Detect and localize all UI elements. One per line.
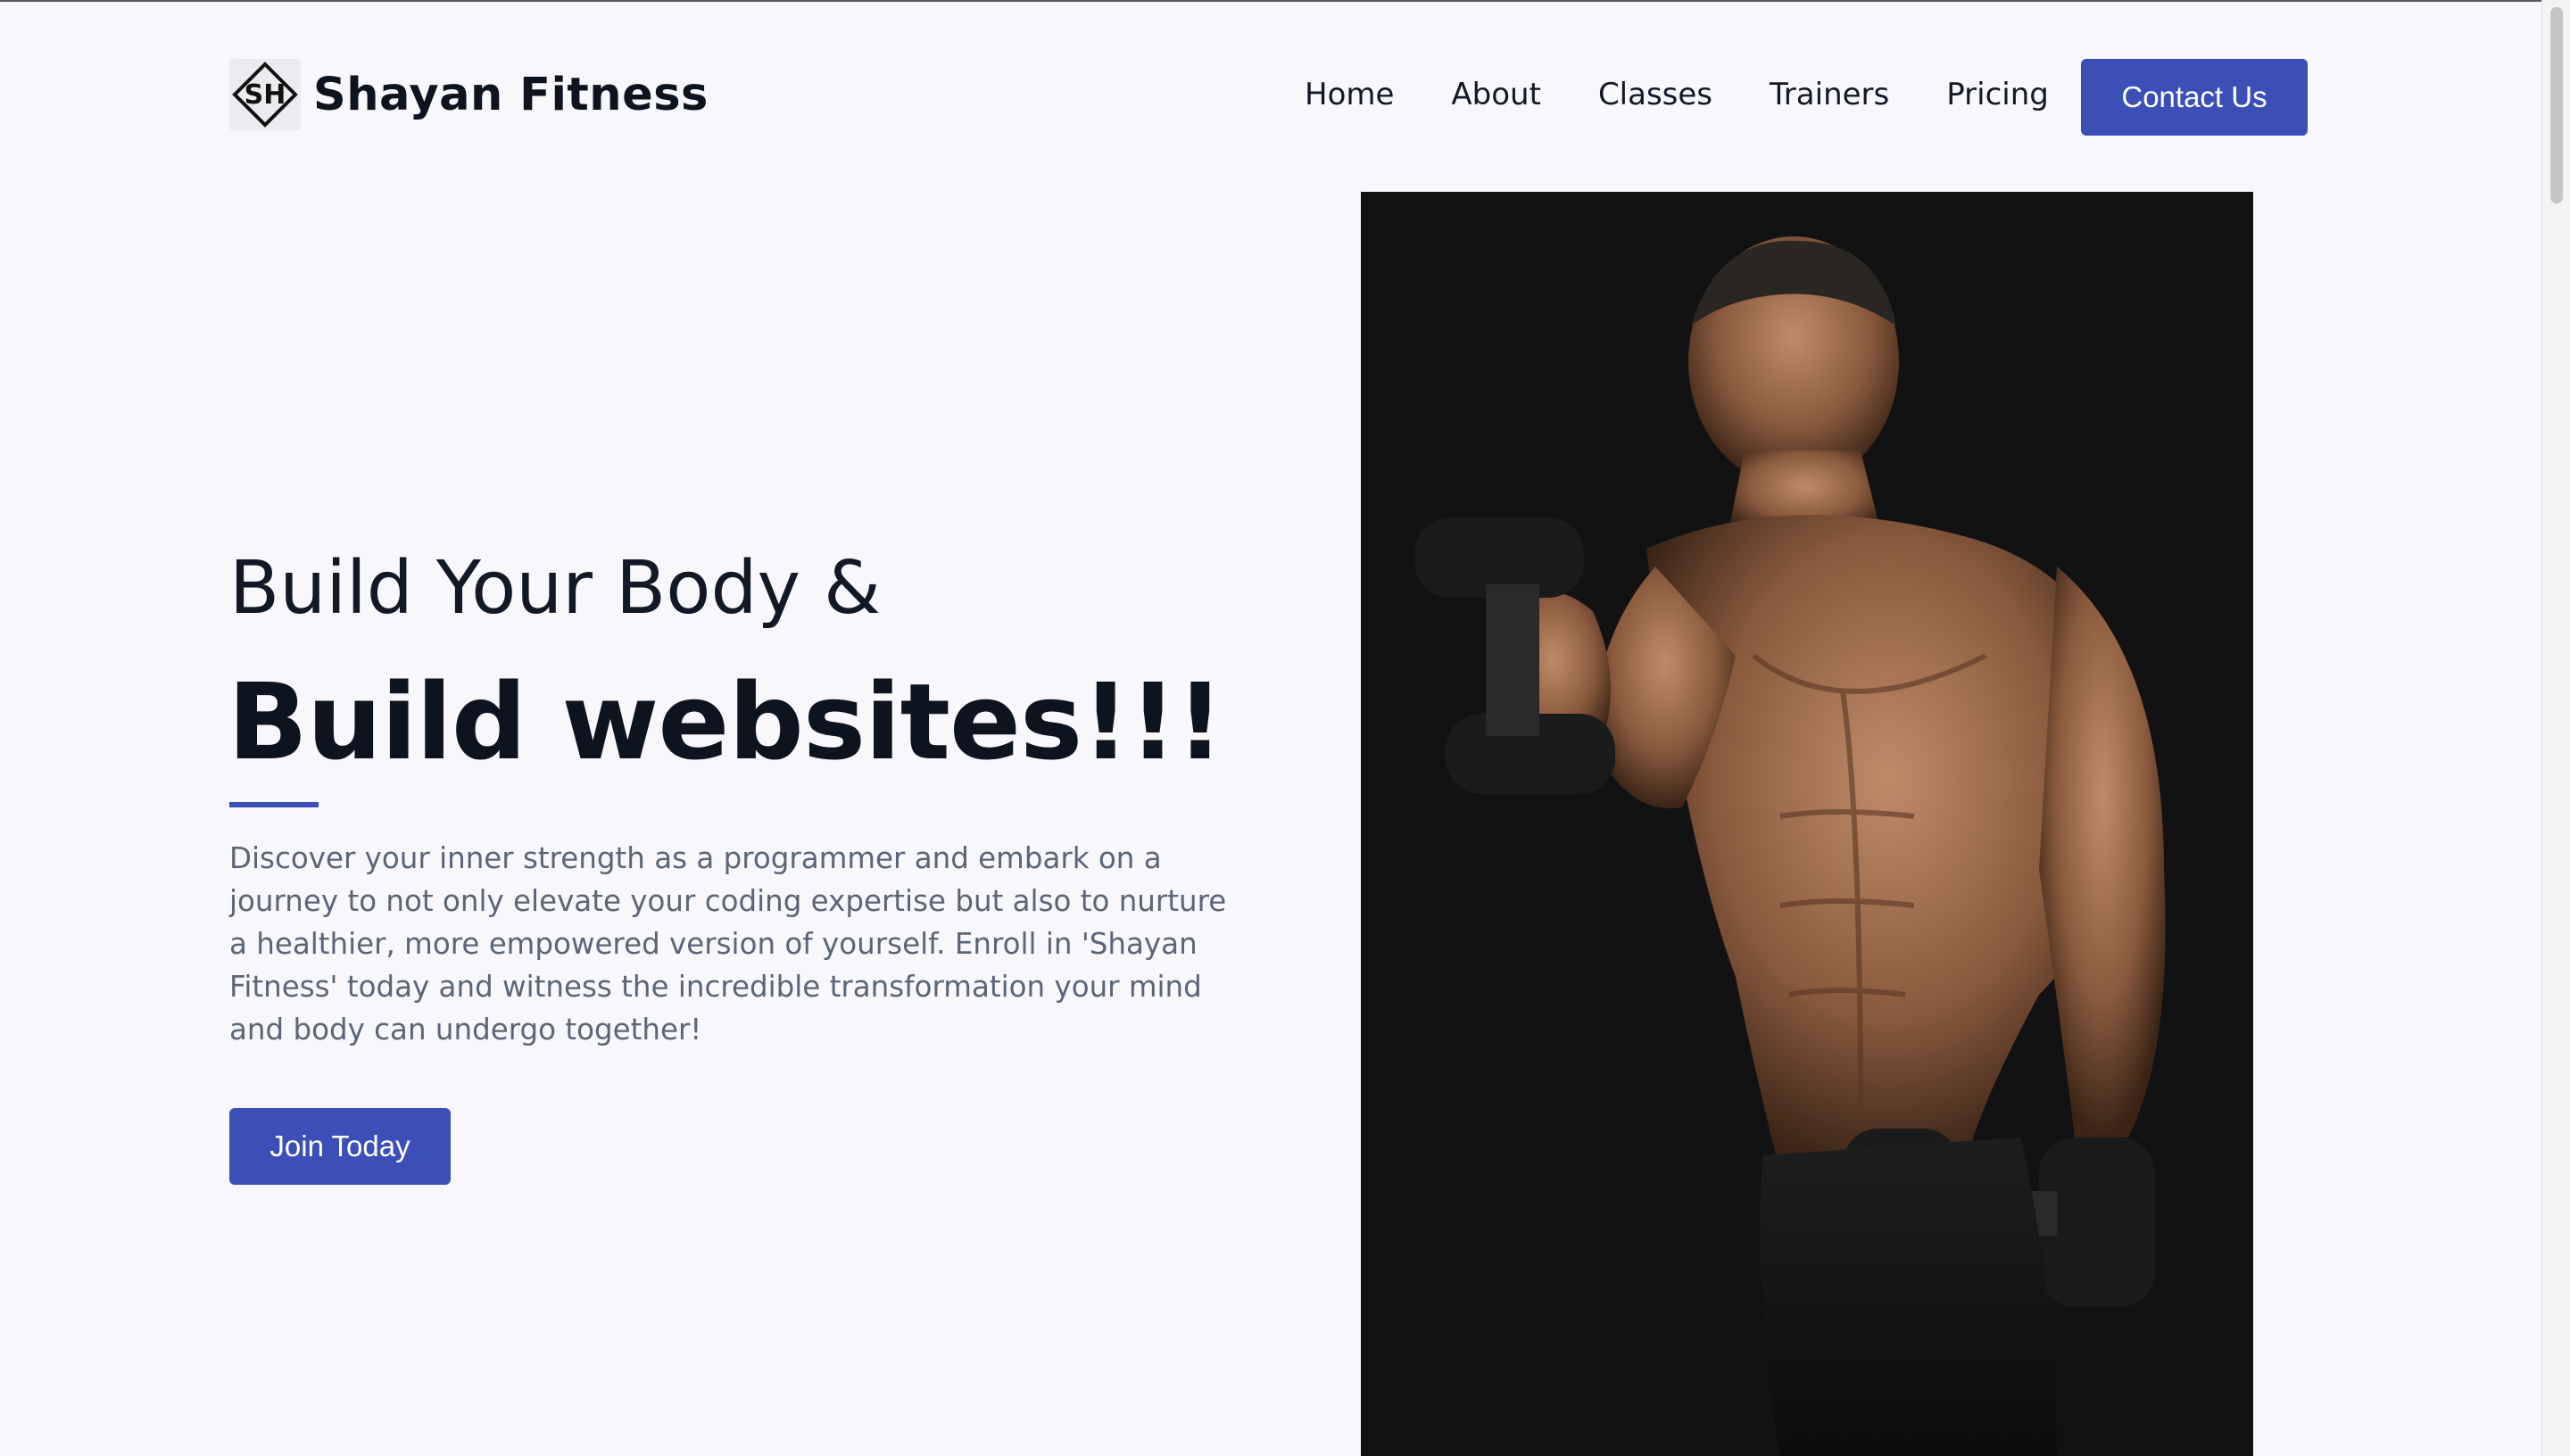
logo-text: SH <box>245 79 286 111</box>
nav-about[interactable]: About <box>1451 77 1541 112</box>
brand[interactable]: SH Shayan Fitness <box>229 59 709 130</box>
nav-pricing[interactable]: Pricing <box>1946 77 2049 112</box>
vertical-scrollbar[interactable] <box>2541 0 2570 1456</box>
hero-description: Discover your inner strength as a progra… <box>229 841 1227 1046</box>
contact-us-button[interactable]: Contact Us <box>2081 59 2308 136</box>
scrollbar-thumb[interactable] <box>2550 7 2563 203</box>
logo-icon: SH <box>229 59 301 130</box>
nav-home[interactable]: Home <box>1305 77 1394 112</box>
brand-name: Shayan Fitness <box>313 68 709 121</box>
nav-trainers[interactable]: Trainers <box>1770 77 1889 112</box>
site-header: SH Shayan Fitness Home About Classes Tra… <box>0 2 2541 189</box>
hero-subheading: Build Your Body & <box>229 546 882 631</box>
heading-underline <box>229 802 319 807</box>
nav-classes[interactable]: Classes <box>1598 77 1712 112</box>
hero-image <box>1361 192 2253 1456</box>
hero-heading: Build websites!!! <box>228 660 1224 783</box>
join-today-button[interactable]: Join Today <box>229 1108 451 1185</box>
main-nav: Home About Classes Trainers Pricing <box>1305 77 2049 112</box>
